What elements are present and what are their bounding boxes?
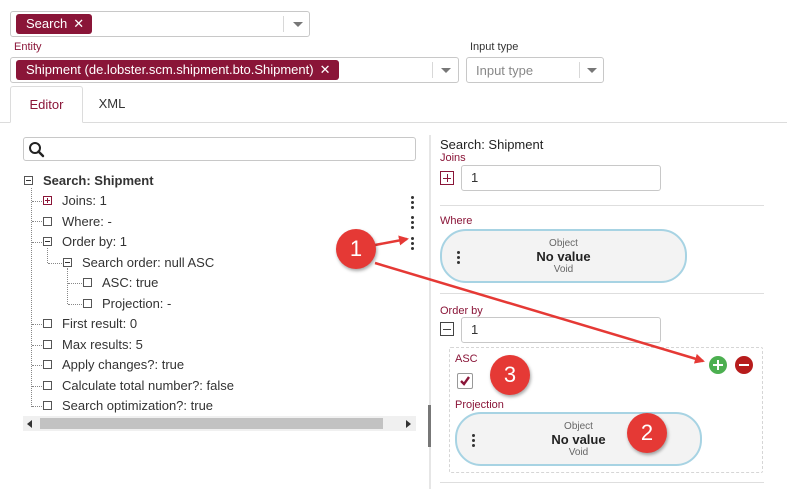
annotation-badge-1: 1: [336, 229, 376, 269]
annotation-badge-3: 3: [490, 355, 530, 395]
annotation-arrows: [374, 235, 705, 364]
arrow-to-add: [374, 261, 705, 364]
annotation-badge-2: 2: [627, 413, 667, 453]
arrow-to-kebab: [374, 235, 409, 247]
